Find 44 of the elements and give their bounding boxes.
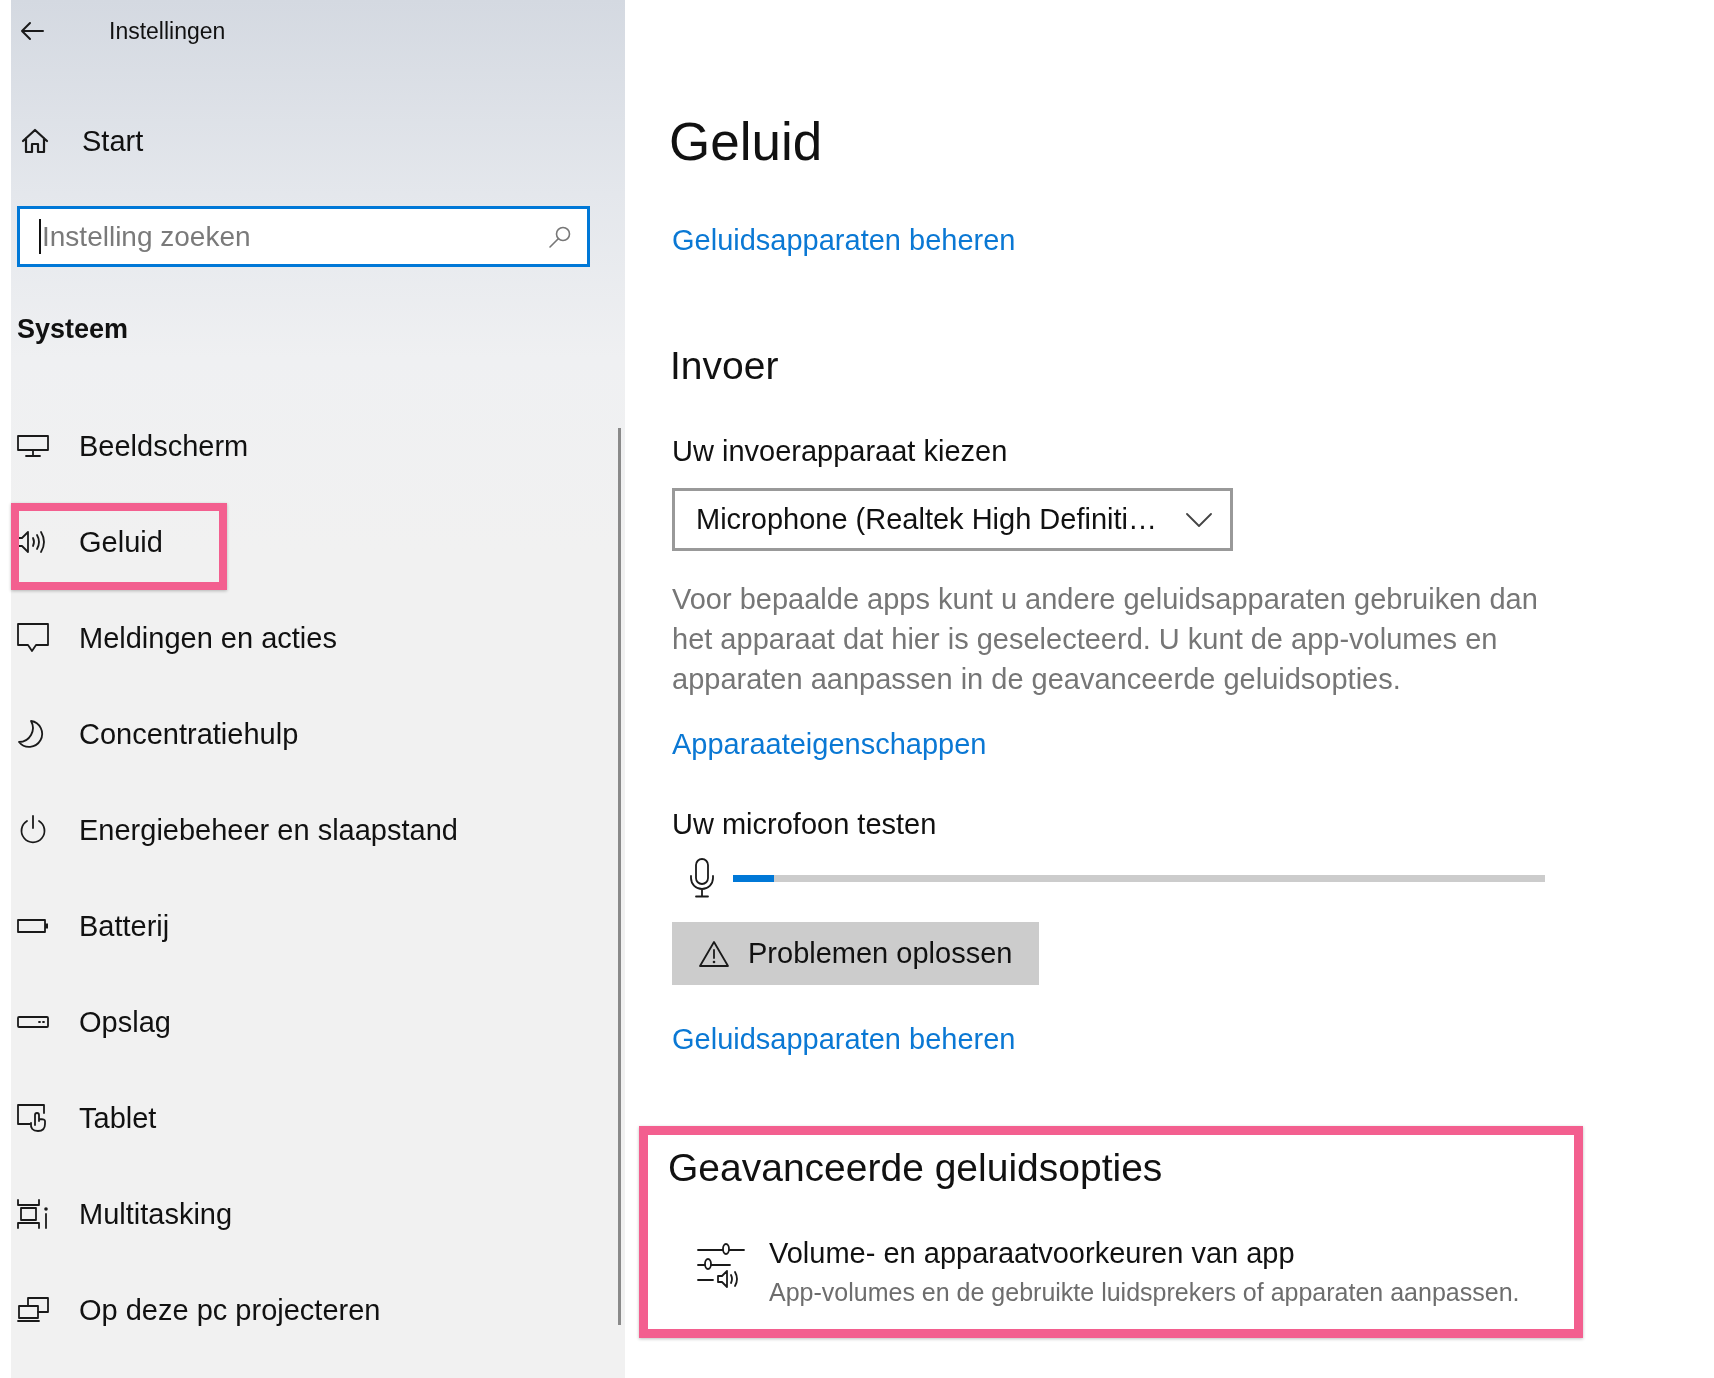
speech-bubble-icon bbox=[17, 623, 49, 653]
microphone-icon bbox=[687, 858, 717, 898]
section-heading: Geavanceerde geluidsopties bbox=[668, 1146, 1164, 1190]
home-nav-item[interactable]: Start bbox=[11, 112, 144, 170]
nav-item[interactable]: Multitasking bbox=[11, 1166, 625, 1262]
window-title: Instellingen bbox=[109, 17, 226, 45]
search-icon bbox=[548, 225, 572, 249]
scrollbar[interactable] bbox=[618, 428, 621, 1325]
section-title: Systeem bbox=[16, 313, 130, 346]
nav-item[interactable]: Op deze pc projecteren bbox=[11, 1262, 625, 1358]
option-description: App-volumes en de gebruikte luidsprekers of apparaten aanpassen. bbox=[769, 1277, 1520, 1307]
nav-item[interactable]: Energiebeheer en slaapstand bbox=[11, 782, 625, 878]
manage-devices-link[interactable]: Geluidsapparaten beheren bbox=[672, 1021, 1016, 1057]
project-screen-icon bbox=[17, 1297, 49, 1323]
chevron-down-icon bbox=[1186, 512, 1212, 527]
back-arrow-icon bbox=[20, 21, 44, 41]
troubleshoot-button[interactable]: Problemen oplossen bbox=[672, 922, 1040, 985]
home-icon bbox=[21, 128, 49, 154]
sliders-speaker-icon bbox=[696, 1240, 746, 1288]
page-title: Geluid bbox=[669, 112, 823, 172]
section-heading: Invoer bbox=[670, 344, 779, 388]
device-properties-link[interactable]: Apparaateigenschappen bbox=[672, 726, 987, 762]
nav-item[interactable]: Beeldscherm bbox=[11, 398, 625, 494]
drive-icon bbox=[17, 1016, 49, 1028]
back-button[interactable] bbox=[20, 21, 44, 41]
text-cursor bbox=[39, 219, 41, 254]
manage-devices-link[interactable]: Geluidsapparaten beheren bbox=[672, 222, 1016, 258]
nav-item[interactable]: Opslag bbox=[11, 974, 625, 1070]
search-field[interactable]: Instelling zoeken bbox=[17, 206, 590, 267]
field-label: Uw invoerapparaat kiezen bbox=[672, 434, 1008, 468]
option-link[interactable]: Volume- en apparaatvoorkeuren van app bbox=[769, 1236, 1520, 1270]
nav-item[interactable]: Meldingen en acties bbox=[11, 590, 625, 686]
nav-item[interactable]: Geluid bbox=[11, 494, 625, 590]
tablet-touch-icon bbox=[17, 1103, 49, 1133]
monitor-icon bbox=[17, 435, 49, 457]
device-dropdown[interactable]: Microphone (Realtek High Definiti… bbox=[672, 488, 1233, 551]
nav-item[interactable]: Concentratiehulp bbox=[11, 686, 625, 782]
battery-icon bbox=[17, 918, 49, 934]
field-label: Uw microfoon testen bbox=[672, 807, 937, 841]
warning-icon bbox=[698, 939, 730, 968]
description-text: Voor bepaalde apps kunt u andere geluidsapparaten gebruiken dan het apparaat dat hier is geselecteerd. U kunt de app-volumes en apparaten aanpassen in de geavanceerde geluidsopties. bbox=[672, 582, 1539, 697]
nav-item[interactable]: Batterij bbox=[11, 878, 625, 974]
nav-item[interactable]: Tablet bbox=[11, 1070, 625, 1166]
multitasking-icon bbox=[17, 1199, 49, 1229]
